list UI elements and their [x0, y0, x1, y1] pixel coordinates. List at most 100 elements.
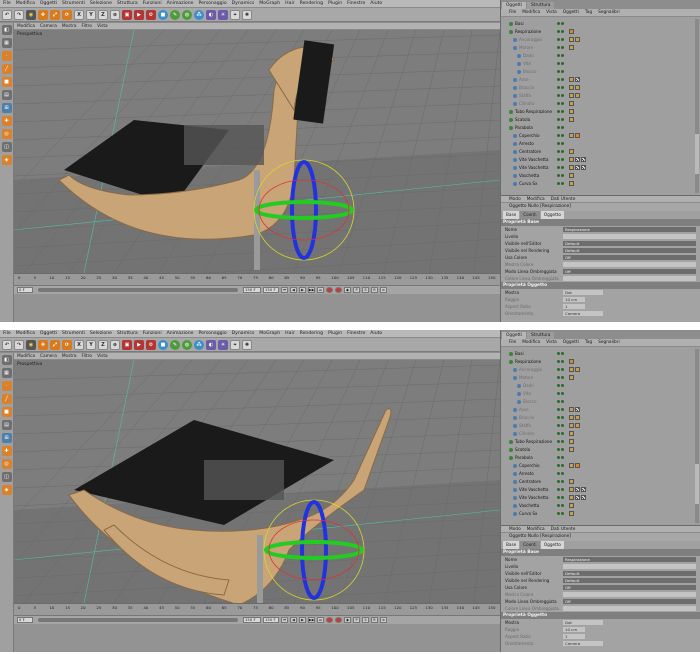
- soft-select-icon[interactable]: ◈: [1, 485, 12, 495]
- visibility-flags[interactable]: [557, 472, 564, 475]
- editor-visibility-icon[interactable]: [557, 182, 560, 185]
- goto-start-icon[interactable]: ⏮: [281, 287, 288, 293]
- attribute-value-field[interactable]: Off: [563, 585, 696, 590]
- attribute-value-field[interactable]: Respirazione: [563, 557, 696, 562]
- texture-mode-icon[interactable]: ▦: [1, 38, 12, 48]
- render-visibility-icon[interactable]: [561, 400, 564, 403]
- visibility-flags[interactable]: [557, 496, 564, 499]
- undo-icon[interactable]: ↶: [2, 339, 12, 350]
- array-icon[interactable]: ⁂: [194, 9, 204, 20]
- object-row[interactable]: Dado: [501, 52, 700, 59]
- visibility-flags[interactable]: [557, 448, 564, 451]
- object-row[interactable]: Curva Sx: [501, 510, 700, 517]
- visibility-flags[interactable]: [557, 150, 564, 153]
- editor-visibility-icon[interactable]: [557, 86, 560, 89]
- editor-visibility-icon[interactable]: [557, 368, 560, 371]
- editor-visibility-icon[interactable]: [557, 54, 560, 57]
- frame-range-slider[interactable]: [38, 288, 238, 292]
- editor-visibility-icon[interactable]: [557, 504, 560, 507]
- material-tag-icon[interactable]: [569, 487, 574, 492]
- attribute-value-field[interactable]: [563, 262, 696, 267]
- object-list[interactable]: Basi Respirazione Ancoraggio Motore Dado Vite…: [501, 347, 700, 525]
- material-tag-icon[interactable]: [569, 45, 574, 50]
- editor-visibility-icon[interactable]: [557, 512, 560, 515]
- workplane-icon[interactable]: ▤: [1, 90, 12, 100]
- texture-tag-icon[interactable]: [581, 165, 586, 170]
- object-menu-vista[interactable]: Vista: [546, 340, 557, 345]
- visibility-flags[interactable]: [557, 110, 564, 113]
- render-region-icon[interactable]: ▣: [122, 9, 132, 20]
- material-tag-icon[interactable]: [569, 181, 574, 186]
- object-row[interactable]: Ancoraggio: [501, 36, 700, 43]
- object-row[interactable]: Dado: [501, 382, 700, 389]
- solo-icon[interactable]: ◫: [1, 142, 12, 152]
- polygons-mode-icon[interactable]: ■: [1, 77, 12, 87]
- axis-mode-icon[interactable]: ✚: [1, 116, 12, 126]
- material-tag-icon[interactable]: [575, 85, 580, 90]
- scale-icon[interactable]: ⤢: [50, 339, 60, 350]
- attribute-value-field[interactable]: [563, 276, 696, 281]
- editor-visibility-icon[interactable]: [557, 70, 560, 73]
- attribute-menu-item[interactable]: Modifica: [527, 197, 545, 202]
- object-row[interactable]: Motore: [501, 44, 700, 51]
- texture-tag-icon[interactable]: [575, 157, 580, 162]
- material-tag-icon[interactable]: [569, 495, 574, 500]
- editor-visibility-icon[interactable]: [557, 424, 560, 427]
- object-row[interactable]: Scatola: [501, 116, 700, 123]
- cube-primitive-icon[interactable]: ■: [158, 339, 168, 350]
- object-row[interactable]: Vite Vaschetta: [501, 494, 700, 501]
- render-visibility-icon[interactable]: [561, 408, 564, 411]
- light-icon[interactable]: ✺: [242, 9, 252, 20]
- visibility-flags[interactable]: [557, 464, 564, 467]
- render-visibility-icon[interactable]: [561, 464, 564, 467]
- visibility-flags[interactable]: [557, 352, 564, 355]
- attribute-value-field[interactable]: Default: [563, 578, 696, 583]
- snap-icon[interactable]: ⊞: [1, 103, 12, 113]
- render-visibility-icon[interactable]: [561, 62, 564, 65]
- visibility-flags[interactable]: [557, 70, 564, 73]
- material-tag-icon[interactable]: [569, 479, 574, 484]
- texture-tag-icon[interactable]: [575, 495, 580, 500]
- nurbs-icon[interactable]: ◍: [182, 339, 192, 350]
- visibility-flags[interactable]: [557, 440, 564, 443]
- editor-visibility-icon[interactable]: [557, 150, 560, 153]
- view-menu-modifica[interactable]: Modifica: [17, 24, 35, 29]
- editor-visibility-icon[interactable]: [557, 384, 560, 387]
- tab-structure[interactable]: Struttura: [527, 332, 555, 339]
- render-visibility-icon[interactable]: [561, 432, 564, 435]
- editor-visibility-icon[interactable]: [557, 62, 560, 65]
- object-row[interactable]: Respirazione: [501, 28, 700, 35]
- object-row[interactable]: Vite: [501, 390, 700, 397]
- object-menu-modifica[interactable]: Modifica: [522, 10, 540, 15]
- viewport-3d[interactable]: Prospettiva: [14, 30, 500, 273]
- render-visibility-icon[interactable]: [561, 150, 564, 153]
- editor-visibility-icon[interactable]: [557, 440, 560, 443]
- editor-visibility-icon[interactable]: [557, 472, 560, 475]
- attribute-menu-item[interactable]: Dati Utente: [551, 527, 576, 532]
- texture-tag-icon[interactable]: [575, 407, 580, 412]
- view-menu-vista[interactable]: Vista: [97, 24, 108, 29]
- visibility-flags[interactable]: [557, 30, 564, 33]
- material-tag-icon[interactable]: [575, 93, 580, 98]
- editor-visibility-icon[interactable]: [557, 416, 560, 419]
- material-tag-icon[interactable]: [569, 423, 574, 428]
- redo-icon[interactable]: ↷: [14, 9, 24, 20]
- attribute-tab[interactable]: Coord.: [520, 541, 540, 549]
- render-visibility-icon[interactable]: [561, 102, 564, 105]
- menu-item-oggetti[interactable]: Oggetti: [40, 1, 57, 6]
- material-tag-icon[interactable]: [569, 101, 574, 106]
- next-frame-icon[interactable]: ▶▶: [308, 287, 315, 293]
- expression-tag-icon[interactable]: [575, 133, 580, 138]
- menu-item-aiuto[interactable]: Aiuto: [370, 331, 382, 336]
- attribute-value-field[interactable]: Default: [563, 241, 696, 246]
- material-tag-icon[interactable]: [569, 447, 574, 452]
- object-row[interactable]: Centratore: [501, 148, 700, 155]
- prev-frame-icon[interactable]: ◀: [290, 287, 297, 293]
- menu-item-funzioni[interactable]: Funzioni: [143, 331, 162, 336]
- editor-visibility-icon[interactable]: [557, 118, 560, 121]
- visibility-flags[interactable]: [557, 126, 564, 129]
- object-row[interactable]: Ancoraggio: [501, 366, 700, 373]
- object-row[interactable]: Coperchio: [501, 132, 700, 139]
- material-tag-icon[interactable]: [575, 415, 580, 420]
- visibility-flags[interactable]: [557, 432, 564, 435]
